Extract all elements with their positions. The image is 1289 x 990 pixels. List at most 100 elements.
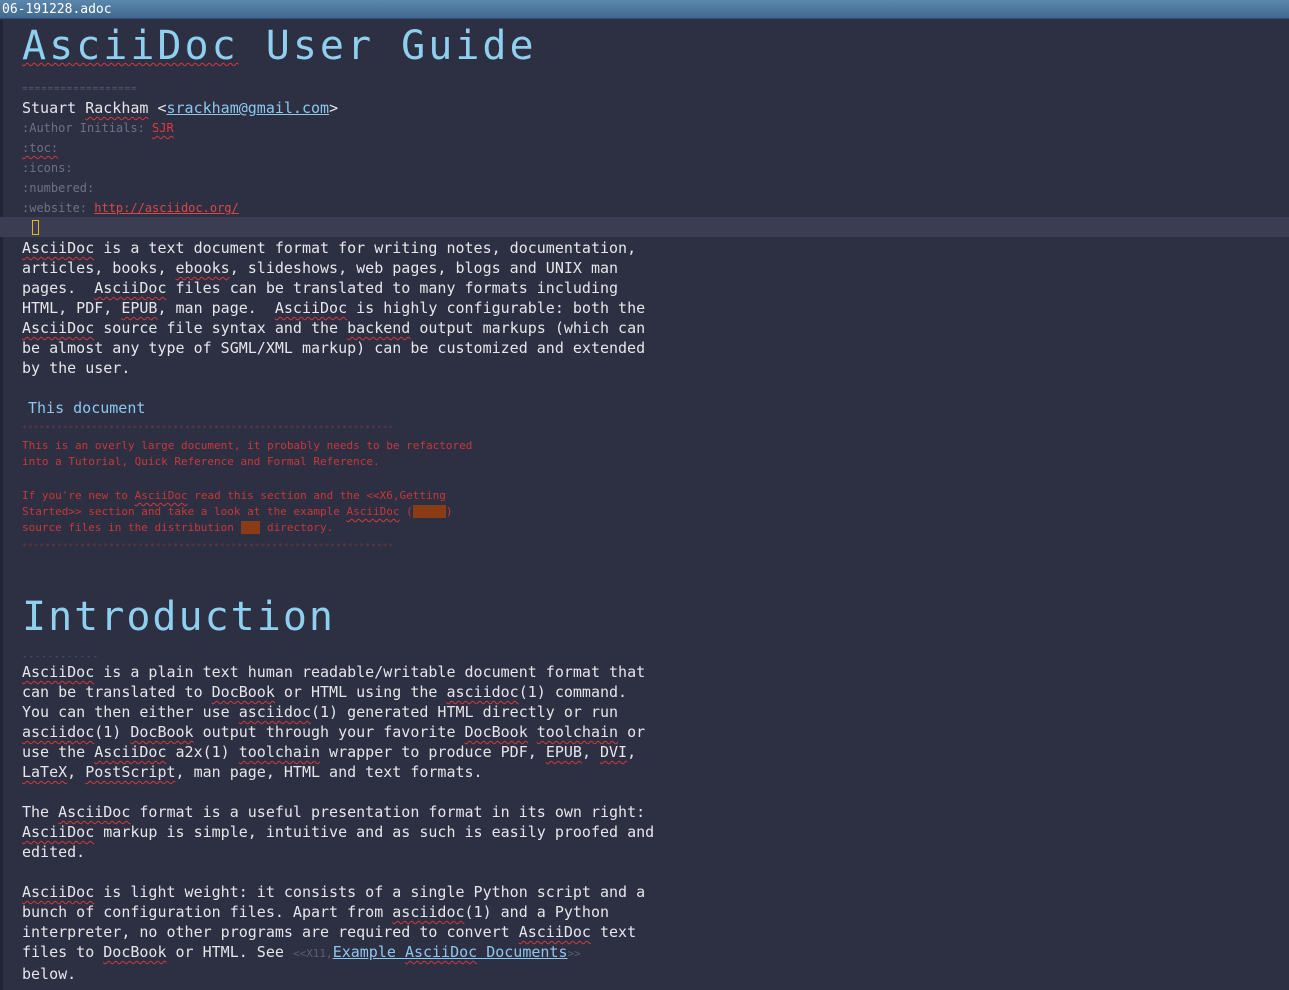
spell-word: EPUB xyxy=(545,743,582,761)
author-email-link[interactable]: srackham@gmail.com xyxy=(167,99,330,117)
attribute-author-initials: :Author Initials: SJR xyxy=(22,118,174,138)
spell-word: asciidoc xyxy=(446,683,519,701)
paragraph-text: wrapper to produce PDF, xyxy=(320,743,546,761)
author-surname: Rackham xyxy=(85,99,149,117)
spell-word: toolchain xyxy=(536,723,619,741)
sidebar-text: directory. xyxy=(260,521,334,534)
paragraph-text: , xyxy=(67,763,86,781)
document-title-rest: User Guide xyxy=(238,23,537,69)
document-title: AsciiDoc User Guide xyxy=(22,22,537,70)
spell-word: AsciiDoc xyxy=(94,743,167,761)
link-text[interactable]: Documents xyxy=(477,943,567,961)
sidebar-line: If you're new to AsciiDoc read this sect… xyxy=(22,488,446,504)
author-firstname: Stuart xyxy=(22,99,86,117)
section-title-underline: ------------ xyxy=(22,652,100,662)
paragraph-text: output through your favorite xyxy=(193,723,465,741)
paragraph-text xyxy=(528,723,537,741)
spell-word[interactable]: AsciiDoc xyxy=(405,943,477,961)
xref-marker-close: >> xyxy=(567,947,581,960)
highlighted-literal: doc xyxy=(240,521,261,534)
spell-word: AsciiDoc xyxy=(22,663,95,681)
sidebar-text: ) xyxy=(445,505,453,518)
attribute-toc: :toc: xyxy=(22,138,58,158)
sidebar-text: source files in the distribution xyxy=(22,521,241,534)
attribute-key: :toc: xyxy=(22,141,59,155)
spell-word: AsciiDoc xyxy=(94,279,167,297)
spell-word: AsciiDoc xyxy=(22,239,95,257)
spell-word: AsciiDoc xyxy=(22,23,239,69)
paragraph-text: The xyxy=(22,803,59,821)
sidebar-text: ( xyxy=(399,505,413,518)
current-line-highlight xyxy=(0,217,1289,237)
sidebar-text: read this section and the <<X6,Getting xyxy=(187,489,446,502)
window-title: 06-191228.adoc xyxy=(2,2,112,17)
spell-word: EPUB xyxy=(121,299,158,317)
spell-word: DocBook xyxy=(211,683,275,701)
paragraph-text: markup is simple, intuitive and as such … xyxy=(22,823,655,861)
attribute-icons: :icons: xyxy=(22,158,73,178)
spell-word: DocBook xyxy=(130,723,194,741)
paragraph-text: format is a useful presentation format i… xyxy=(139,803,646,821)
paragraph-text: (1) xyxy=(94,723,131,741)
spell-word: AsciiDoc xyxy=(22,883,95,901)
spell-word: backend xyxy=(347,319,411,337)
paragraph-text: , man page. xyxy=(157,299,275,317)
sidebar-text: Started>> section and take a look at the… xyxy=(22,505,347,518)
sidebar-delimiter-bottom: ****************************************… xyxy=(22,542,395,551)
spell-word: AsciiDoc xyxy=(346,505,400,518)
sidebar-line: source files in the distribution doc dir… xyxy=(22,520,333,536)
editor-gutter xyxy=(0,20,3,990)
spell-word: toolchain xyxy=(238,743,321,761)
spell-word: AsciiDoc xyxy=(22,319,95,337)
text-cursor xyxy=(32,220,39,235)
author-line: Stuart Rackham <srackham@gmail.com> xyxy=(22,98,338,118)
sidebar-title: This document xyxy=(28,399,146,417)
window-title-bar: 06-191228.adoc xyxy=(0,0,1289,19)
xref-marker-open: <<X11, xyxy=(292,947,333,960)
sidebar-line: This is an overly large document, it pro… xyxy=(22,439,473,452)
spell-word: LaTeX xyxy=(22,763,68,781)
sidebar-line: Started>> section and take a look at the… xyxy=(22,504,453,520)
attribute-key: :Author Initials: xyxy=(22,121,153,135)
spell-word: DVI xyxy=(600,743,628,761)
introduction-paragraph-1: AsciiDoc is a plain text human readable/… xyxy=(22,662,645,782)
paragraph-text: or HTML. See xyxy=(166,943,293,961)
sidebar-line: into a Tutorial, Quick Reference and For… xyxy=(22,455,380,468)
spell-word: asciidoc xyxy=(392,903,465,921)
highlighted-literal: *.txt xyxy=(412,505,446,518)
spell-word: DocBook xyxy=(464,723,528,741)
paragraph-text: or HTML using the xyxy=(274,683,447,701)
spell-word: AsciiDoc xyxy=(274,299,348,317)
spell-word: AsciiDoc xyxy=(22,823,95,841)
introduction-paragraph-3: AsciiDoc is light weight: it consists of… xyxy=(22,882,645,984)
spell-word: PostScript xyxy=(85,763,176,781)
paragraph-text: , xyxy=(581,743,600,761)
example-asciidoc-documents-link[interactable]: Example AsciiDoc Documents xyxy=(333,943,568,961)
attribute-key: :icons: xyxy=(22,161,73,175)
sidebar-delimiter-top: ****************************************… xyxy=(22,424,395,433)
introduction-paragraph-2: The AsciiDoc format is a useful presenta… xyxy=(22,802,654,862)
spell-word: AsciiDoc xyxy=(134,489,188,502)
spell-word: AsciiDoc xyxy=(58,803,131,821)
spell-word: asciidoc xyxy=(22,723,95,741)
paragraph-text: source file syntax and the xyxy=(94,319,348,337)
intro-paragraph: AsciiDoc is a text document format for w… xyxy=(22,238,645,378)
attribute-value: SJR xyxy=(152,121,174,135)
spell-word: AsciiDoc xyxy=(518,923,591,941)
paragraph-text: , man page, HTML and text formats. xyxy=(175,763,483,781)
attribute-website: :website: http://asciidoc.org/ xyxy=(22,198,239,218)
attribute-key: :numbered: xyxy=(22,181,95,195)
section-title-introduction: Introduction xyxy=(22,594,335,640)
spell-word: asciidoc xyxy=(238,703,311,721)
paragraph-text: is highly configurable: both the xyxy=(356,299,646,317)
paragraph-text: a2x(1) xyxy=(166,743,239,761)
spell-word: DocBook xyxy=(103,943,167,961)
paragraph-text: below. xyxy=(22,965,77,983)
sidebar-text: If you're new to xyxy=(22,489,135,502)
email-close: > xyxy=(329,99,339,117)
link-text[interactable]: Example xyxy=(333,943,405,961)
website-link[interactable]: http://asciidoc.org/ xyxy=(94,201,239,215)
paragraph-text: (1) generated HTML directly or run xyxy=(311,703,619,721)
editor-text-area[interactable]: AsciiDoc User Guide ================== S… xyxy=(0,20,1289,990)
paragraph-text: , xyxy=(627,743,637,761)
